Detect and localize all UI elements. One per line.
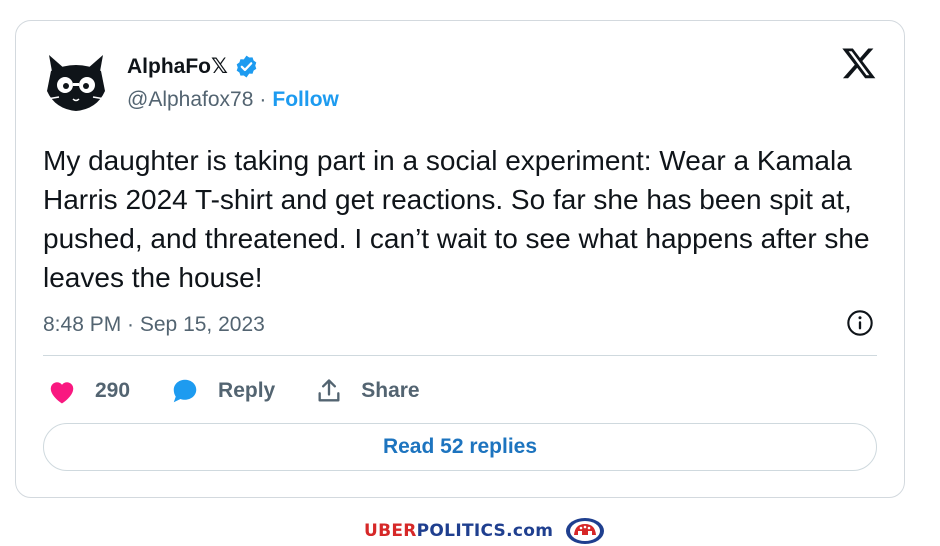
tweet-text: My daughter is taking part in a social e…	[43, 145, 870, 293]
avatar[interactable]	[45, 51, 107, 113]
verified-badge-icon	[234, 54, 259, 79]
follow-link[interactable]: Follow	[272, 88, 339, 112]
reply-label: Reply	[218, 379, 276, 402]
action-bar: 290 Reply Share	[47, 371, 460, 411]
reply-button[interactable]: Reply	[170, 377, 275, 405]
handle-row: @Alphafox78 · Follow	[127, 85, 339, 115]
read-replies-button[interactable]: Read 52 replies	[43, 423, 877, 471]
share-icon	[318, 379, 340, 402]
reply-bubble-icon	[173, 379, 197, 403]
share-button[interactable]: Share	[315, 377, 420, 405]
separator-dot: ·	[259, 88, 267, 111]
author-handle[interactable]: @Alphafox78	[127, 88, 253, 112]
heart-icon	[50, 382, 74, 404]
divider	[43, 355, 877, 356]
author-row: AlphaFo𝕏	[127, 51, 259, 81]
watermark-blue-text: POLITICS.com	[416, 521, 554, 541]
timestamp[interactable]: 8:48 PM · Sep 15, 2023	[43, 310, 265, 340]
uberpolitics-watermark: UBER POLITICS.com	[364, 516, 605, 546]
author-display-name[interactable]: AlphaFo𝕏	[127, 54, 228, 79]
share-label: Share	[361, 379, 420, 402]
watermark-red-text: UBER	[364, 521, 417, 541]
like-count: 290	[95, 379, 131, 402]
x-logo-icon[interactable]	[841, 45, 877, 81]
info-icon[interactable]	[846, 309, 874, 337]
elephant-logo-icon	[566, 518, 605, 544]
like-button[interactable]: 290	[47, 377, 130, 405]
cat-avatar-icon	[46, 55, 106, 111]
tweet-card: AlphaFo𝕏 @Alphafox78 · Follow My daughte…	[15, 20, 905, 498]
